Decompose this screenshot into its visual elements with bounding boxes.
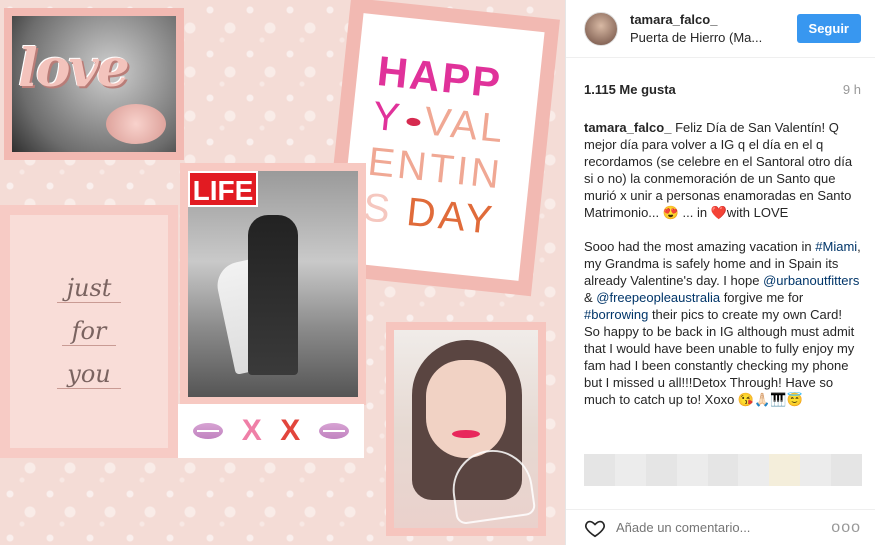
rose-shape xyxy=(106,104,166,144)
post-header: tamara_falco_ Puerta de Hierro (Ma... Se… xyxy=(566,0,875,58)
val-text: VAL xyxy=(422,99,508,152)
caption-text: & xyxy=(584,290,597,305)
username-link[interactable]: tamara_falco_ xyxy=(630,12,797,27)
caption-text: Feliz Día de San Valentín! Q mejor día p… xyxy=(584,120,853,220)
for-text: for xyxy=(61,317,117,346)
heart-icon[interactable] xyxy=(584,517,606,539)
lips-icon xyxy=(193,423,224,439)
caption-text: forgive me for xyxy=(720,290,804,305)
s-letter: S xyxy=(360,185,396,233)
blurred-comments xyxy=(584,454,863,486)
lips-and-x-strip: X X xyxy=(178,404,364,458)
caption-text: their pics to create my own Card! So hap… xyxy=(584,307,855,407)
love-balloon-text: love xyxy=(18,38,130,99)
post-sidebar: tamara_falco_ Puerta de Hierro (Ma... Se… xyxy=(565,0,875,545)
comment-input[interactable] xyxy=(616,520,832,535)
day-text: DAY xyxy=(404,189,497,243)
more-options-icon[interactable]: ooo xyxy=(831,519,861,537)
location-link[interactable]: Puerta de Hierro (Ma... xyxy=(630,30,797,45)
mention-link[interactable]: @urbanoutfitters xyxy=(763,273,859,288)
caption-text: Sooo had the most amazing vacation in xyxy=(584,239,816,254)
x-mark: X xyxy=(280,414,301,447)
mention-link[interactable]: @freepeopleaustralia xyxy=(596,290,720,305)
lips-shape xyxy=(452,430,480,438)
love-balloons-photo: love xyxy=(4,8,184,160)
life-magazine-photo: LIFE xyxy=(180,163,366,405)
selfie-photo xyxy=(386,322,546,536)
face-shape xyxy=(426,360,506,458)
comment-bar: ooo xyxy=(566,509,875,545)
caption: tamara_falco_ Feliz Día de San Valentín!… xyxy=(566,97,875,408)
post-image[interactable]: love HAPP Y VAL ENTIN S DAY just for you … xyxy=(0,0,565,545)
just-for-you-card: just for you xyxy=(0,205,178,458)
life-logo: LIFE xyxy=(188,171,258,207)
post-time[interactable]: 9 h xyxy=(843,82,861,97)
caption-username[interactable]: tamara_falco_ xyxy=(584,120,671,135)
x-mark: X xyxy=(241,414,262,447)
hashtag-link[interactable]: #Miami xyxy=(815,239,857,254)
sailor-figure xyxy=(248,215,298,375)
lips-icon xyxy=(318,423,349,439)
avatar[interactable] xyxy=(584,11,618,46)
just-text: just xyxy=(56,274,122,303)
lips-icon xyxy=(405,117,421,128)
likes-count[interactable]: 1.115 Me gusta xyxy=(584,82,676,97)
you-text: you xyxy=(57,360,121,389)
follow-button[interactable]: Seguir xyxy=(796,14,861,43)
valentin-y: Y xyxy=(370,93,405,141)
hashtag-link[interactable]: #borrowing xyxy=(584,307,648,322)
